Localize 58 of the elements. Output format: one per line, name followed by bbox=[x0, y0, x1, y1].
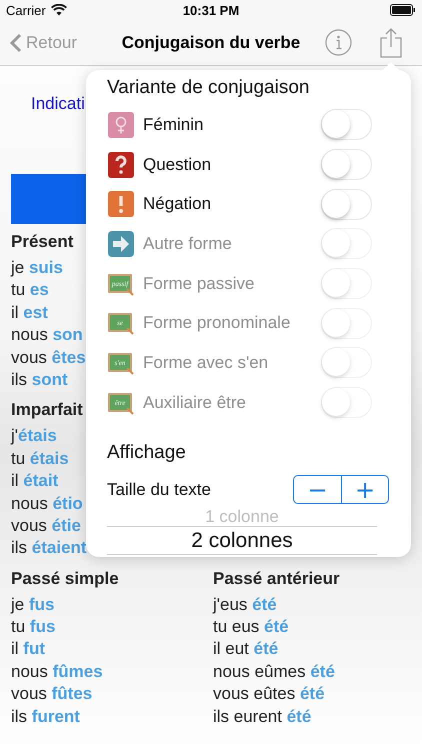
share-icon[interactable] bbox=[380, 28, 402, 58]
conjugation-line: tu fus bbox=[11, 617, 56, 638]
conjugation-line: vous êtes bbox=[11, 348, 86, 369]
wifi-icon bbox=[50, 4, 67, 16]
increase-button[interactable]: + bbox=[341, 476, 388, 503]
page-title: Conjugaison du verbe bbox=[122, 32, 300, 52]
option-label: Autre forme bbox=[143, 234, 233, 254]
conjugation-line: tu eus été bbox=[213, 617, 289, 638]
conjugation-line: nous étio bbox=[11, 494, 83, 515]
tense-heading: Passé simple bbox=[11, 568, 119, 590]
conjugation-line: tu étais bbox=[11, 448, 69, 470]
section-title: Affichage bbox=[107, 442, 187, 464]
conjugation-line: ils eurent été bbox=[213, 706, 312, 728]
conjugation-line: tu es bbox=[11, 280, 49, 302]
option-label: Question bbox=[143, 154, 212, 175]
conjugation-line: je fus bbox=[11, 594, 54, 616]
conjugation-line: nous fûmes bbox=[11, 662, 103, 683]
popover-title: Variante de conjugaison bbox=[107, 77, 310, 100]
conjugation-line: il est bbox=[11, 302, 48, 324]
conjugation-line: vous fûtes bbox=[11, 684, 92, 706]
conjugation-line: ils étaient bbox=[11, 538, 87, 560]
info-icon[interactable] bbox=[325, 29, 352, 56]
option-label: Forme pronominale bbox=[143, 313, 292, 334]
tense-heading: Passé antérieur bbox=[213, 568, 340, 590]
option-label: Négation bbox=[143, 194, 212, 214]
conjugation-line: nous son bbox=[11, 325, 83, 346]
toggle-switch[interactable] bbox=[321, 149, 372, 180]
mode-tab[interactable]: Indicati bbox=[31, 94, 85, 114]
option-label: Forme avec s'en bbox=[143, 352, 270, 373]
decrease-button[interactable]: − bbox=[294, 476, 341, 503]
conjugation-line: il fut bbox=[11, 639, 45, 660]
conjugation-line: il était bbox=[11, 471, 58, 492]
conjugation-line: il eut été bbox=[213, 639, 278, 660]
clock-time: 10:31 PM bbox=[182, 2, 240, 18]
battery-icon bbox=[390, 4, 416, 16]
conjugation-line: je suis bbox=[11, 258, 63, 279]
toggle-switch[interactable] bbox=[321, 109, 372, 140]
conjugation-line: j'eus été bbox=[213, 594, 277, 616]
option-label: Féminin bbox=[143, 114, 204, 135]
conjugation-line: vous étie bbox=[11, 516, 81, 537]
option-label: Auxiliaire être bbox=[143, 392, 247, 413]
text-size-label: Taille du texte bbox=[107, 480, 211, 500]
question-mark-icon bbox=[107, 150, 135, 179]
conjugation-line: ils furent bbox=[11, 706, 80, 728]
tense-heading: Imparfait bbox=[11, 400, 83, 422]
conjugation-line: ils sont bbox=[11, 370, 68, 391]
female-symbol-icon bbox=[107, 110, 135, 139]
exclamation-icon bbox=[107, 190, 135, 218]
toggle-switch[interactable] bbox=[321, 188, 372, 220]
conjugation-line: j'étais bbox=[11, 426, 57, 448]
tense-heading: Présent bbox=[11, 232, 74, 253]
back-button[interactable]: Retour bbox=[10, 32, 78, 52]
carrier-label: Carrier bbox=[6, 2, 46, 18]
chevron-left-icon bbox=[10, 32, 22, 52]
conjugation-line: nous eûmes été bbox=[213, 662, 335, 683]
conjugation-line: vous eûtes été bbox=[213, 684, 325, 706]
option-label: Forme passive bbox=[143, 274, 256, 294]
picker-option[interactable]: 2 colonnes bbox=[107, 526, 377, 554]
